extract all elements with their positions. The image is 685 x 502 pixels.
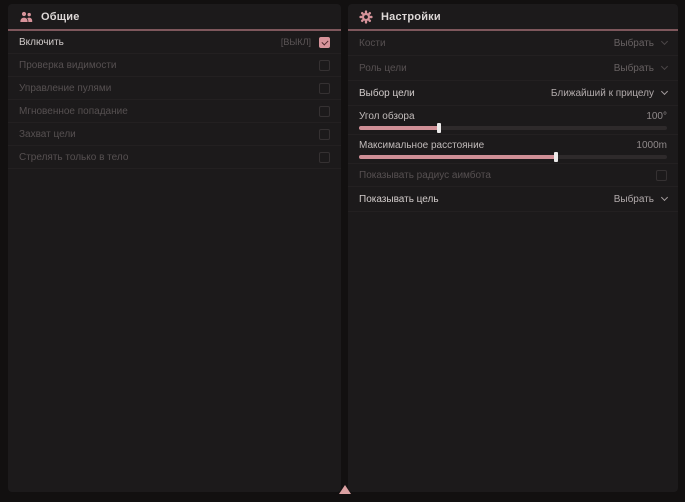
row-enable[interactable]: Включить [ВЫКЛ] — [8, 31, 341, 54]
row-visibility-check[interactable]: Проверка видимости — [8, 54, 341, 77]
row-label: Показывать радиус аимбота — [359, 170, 491, 181]
triangle-up-cursor-icon — [339, 485, 351, 494]
fov-slider[interactable] — [359, 126, 667, 130]
row-body-only[interactable]: Стрелять только в тело — [8, 146, 341, 169]
target-lock-checkbox[interactable] — [319, 129, 330, 140]
fov-slider-thumb[interactable] — [437, 123, 441, 133]
keybind-hint: [ВЫКЛ] — [281, 37, 311, 47]
row-target-lock[interactable]: Захват цели — [8, 123, 341, 146]
enable-checkbox[interactable] — [319, 37, 330, 48]
row-label: Управление пулями — [19, 83, 111, 94]
bullet-control-checkbox[interactable] — [319, 83, 330, 94]
chevron-down-icon — [661, 38, 668, 45]
settings-panel: Настройки Кости Выбрать Роль цели Выбрат… — [348, 4, 678, 492]
settings-panel-header: Настройки — [348, 4, 678, 31]
max-distance-slider-thumb[interactable] — [554, 152, 558, 162]
target-role-dropdown-value: Выбрать — [614, 63, 654, 74]
visibility-check-checkbox[interactable] — [319, 60, 330, 71]
general-panel: Общие Включить [ВЫКЛ] Проверка видимости… — [8, 4, 341, 492]
fov-slider-fill — [359, 126, 439, 130]
row-bullet-control[interactable]: Управление пулями — [8, 77, 341, 100]
max-distance-slider[interactable] — [359, 155, 667, 159]
row-label: Максимальное расстояние — [359, 140, 484, 151]
panel-title: Общие — [41, 11, 80, 23]
panel-title: Настройки — [381, 11, 441, 23]
row-target-selection[interactable]: Выбор цели Ближайший к прицелу — [348, 81, 678, 106]
row-instant-hit[interactable]: Мгновенное попадание — [8, 100, 341, 123]
row-label: Показывать цель — [359, 194, 439, 205]
row-label: Включить — [19, 37, 64, 48]
row-label: Захват цели — [19, 129, 76, 140]
show-aimbot-radius-checkbox[interactable] — [656, 170, 667, 181]
show-target-dropdown-value: Выбрать — [614, 194, 654, 205]
row-target-role[interactable]: Роль цели Выбрать — [348, 56, 678, 81]
gear-icon — [359, 10, 373, 24]
row-show-target[interactable]: Показывать цель Выбрать — [348, 187, 678, 212]
row-label: Проверка видимости — [19, 60, 117, 71]
chevron-down-icon — [661, 88, 668, 95]
target-selection-dropdown-value: Ближайший к прицелу — [551, 88, 654, 99]
chevron-down-icon — [661, 194, 668, 201]
general-panel-header: Общие — [8, 4, 341, 31]
row-fov: Угол обзора 100° — [348, 106, 678, 135]
bones-dropdown-value: Выбрать — [614, 38, 654, 49]
row-label: Стрелять только в тело — [19, 152, 128, 163]
max-distance-value: 1000m — [636, 140, 667, 151]
users-icon — [19, 10, 33, 24]
row-show-aimbot-radius[interactable]: Показывать радиус аимбота — [348, 164, 678, 187]
row-label: Кости — [359, 38, 386, 49]
row-label: Выбор цели — [359, 88, 415, 99]
max-distance-slider-fill — [359, 155, 556, 159]
row-bones[interactable]: Кости Выбрать — [348, 31, 678, 56]
row-label: Роль цели — [359, 63, 407, 74]
chevron-down-icon — [661, 63, 668, 70]
fov-value: 100° — [646, 111, 667, 122]
body-only-checkbox[interactable] — [319, 152, 330, 163]
row-max-distance: Максимальное расстояние 1000m — [348, 135, 678, 164]
instant-hit-checkbox[interactable] — [319, 106, 330, 117]
row-label: Угол обзора — [359, 111, 415, 122]
row-label: Мгновенное попадание — [19, 106, 128, 117]
